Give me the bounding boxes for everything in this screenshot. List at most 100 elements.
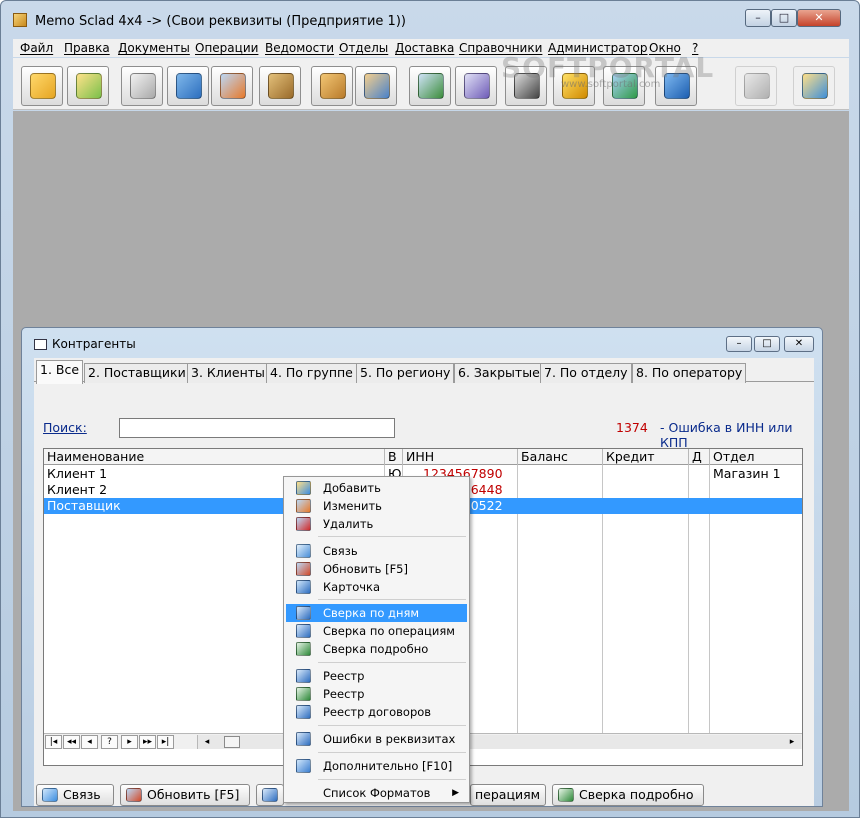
maximize-button[interactable]: □ [771,9,797,27]
col-name[interactable]: Наименование [44,449,385,465]
col-d[interactable]: Д [689,449,710,465]
link-button[interactable]: Связь [36,784,114,806]
refresh-button-label: Обновить [F5] [147,787,240,802]
col-inn[interactable]: ИНН [403,449,518,465]
search-label[interactable]: Поиск: [43,420,87,435]
reconcile-days-button[interactable] [256,784,284,806]
import-icon [76,73,102,99]
tab-by-group[interactable]: 4. По группе [266,363,357,383]
tab-closed[interactable]: 6. Закрытые [454,363,544,383]
menu-formats-list-label: Список Форматов [323,786,431,800]
window-title: Memo Sclad 4x4 -> (Свои реквизиты (Предп… [35,14,406,29]
col-type[interactable]: В [385,449,403,465]
tab-all[interactable]: 1. Все [36,360,84,384]
menu-file[interactable]: Файл [20,41,53,55]
cell-balance [518,482,603,498]
cell-credit [603,482,689,498]
menu-refresh[interactable]: Обновить [F5] [286,560,467,578]
tool-new[interactable] [21,66,63,106]
nav-next-page-button[interactable]: ▸▸ [139,735,156,749]
excel-icon [558,788,574,802]
tool-import[interactable] [67,66,109,106]
menu-additional-label: Дополнительно [F10] [323,759,453,773]
tool-scanner[interactable] [455,66,497,106]
scroll-thumb[interactable] [224,736,240,748]
menu-separator [318,752,466,753]
menu-reconcile-detailed[interactable]: Сверка подробно [286,640,467,658]
registry-icon [296,669,311,683]
col-department[interactable]: Отдел [710,449,802,465]
reconcile-operations-label: перациям [475,787,541,802]
nav-next-button[interactable]: ▸ [121,735,138,749]
table-header: Наименование В ИНН Баланс Кредит Д Отдел [44,449,802,465]
link-icon [296,544,311,558]
link-icon [42,788,58,802]
nav-first-button[interactable]: |◂ [45,735,62,749]
back-icon [744,73,770,99]
menu-registry-excel[interactable]: Реестр [286,685,467,703]
tool-users[interactable] [355,66,397,106]
child-minimize-button[interactable]: – [726,336,752,352]
minimize-button[interactable]: – [745,9,771,27]
tab-by-operator[interactable]: 8. По оператору [632,363,747,383]
menu-delivery[interactable]: Доставка [395,41,454,55]
nav-prev-page-button[interactable]: ◂◂ [63,735,80,749]
tool-back[interactable] [735,66,777,106]
cell-department: Магазин 1 [713,466,781,481]
menu-edit-item[interactable]: Изменить [286,497,467,515]
tab-by-region[interactable]: 5. По региону [356,363,455,383]
menu-link[interactable]: Связь [286,542,467,560]
menu-contracts-registry[interactable]: Реестр договоров [286,703,467,721]
context-menu: Добавить Изменить Удалить Связь Обновить… [283,476,470,803]
tool-card[interactable] [167,66,209,106]
nav-last-button[interactable]: ▸| [157,735,174,749]
menu-formats-list[interactable]: Список Форматов ▶ [286,784,467,802]
error-legend: - Ошибка в ИНН или КПП [660,420,793,450]
nav-find-button[interactable]: ? [101,735,118,749]
menu-operations[interactable]: Операции [195,41,258,55]
menu-registry-excel-label: Реестр [323,687,365,701]
record-count: 1374 [616,420,648,435]
window-icon [34,339,47,350]
menu-additional[interactable]: Дополнительно [F10] [286,757,467,775]
menu-requisite-errors[interactable]: Ошибки в реквизитах [286,730,467,748]
cell-d [689,482,710,498]
tab-clients[interactable]: 3. Клиенты [187,363,269,383]
menu-card[interactable]: Карточка [286,578,467,596]
person-doc-icon [418,73,444,99]
nav-prev-button[interactable]: ◂ [81,735,98,749]
menu-documents[interactable]: Документы [118,41,190,55]
menu-reconcile-days[interactable]: Сверка по дням [286,604,467,622]
menu-edit[interactable]: Правка [64,41,110,55]
menu-departments[interactable]: Отделы [339,41,388,55]
menu-registry[interactable]: Реестр [286,667,467,685]
scroll-left-icon[interactable]: ◂ [200,735,214,749]
menu-add[interactable]: Добавить [286,479,467,497]
child-close-button[interactable]: ✕ [784,336,814,352]
toolbar [13,58,849,110]
tab-by-department[interactable]: 7. По отделу [540,363,632,383]
col-balance[interactable]: Баланс [518,449,603,465]
scroll-right-icon[interactable]: ▸ [785,735,799,749]
close-button[interactable]: ✕ [797,9,841,27]
registry-icon [296,705,311,719]
title-bar[interactable]: Memo Sclad 4x4 -> (Свои реквизиты (Предп… [1,1,859,35]
menu-delete[interactable]: Удалить [286,515,467,533]
menu-add-label: Добавить [323,481,381,495]
tool-folder[interactable] [793,66,835,106]
refresh-button[interactable]: Обновить [F5] [120,784,250,806]
reconcile-operations-button[interactable]: перациям [470,784,546,806]
reconcile-detailed-button[interactable]: Сверка подробно [552,784,704,806]
menu-reconcile-operations[interactable]: Сверка по операциям [286,622,467,640]
tool-edit[interactable] [211,66,253,106]
child-maximize-button[interactable]: □ [754,336,780,352]
tool-bag[interactable] [259,66,301,106]
tool-person-doc[interactable] [409,66,451,106]
col-credit[interactable]: Кредит [603,449,689,465]
delete-icon [296,517,311,531]
search-input[interactable] [119,418,395,438]
tool-cash[interactable] [121,66,163,106]
menu-reports[interactable]: Ведомости [265,41,334,55]
tool-box[interactable] [311,66,353,106]
tab-suppliers[interactable]: 2. Поставщики [84,363,190,383]
